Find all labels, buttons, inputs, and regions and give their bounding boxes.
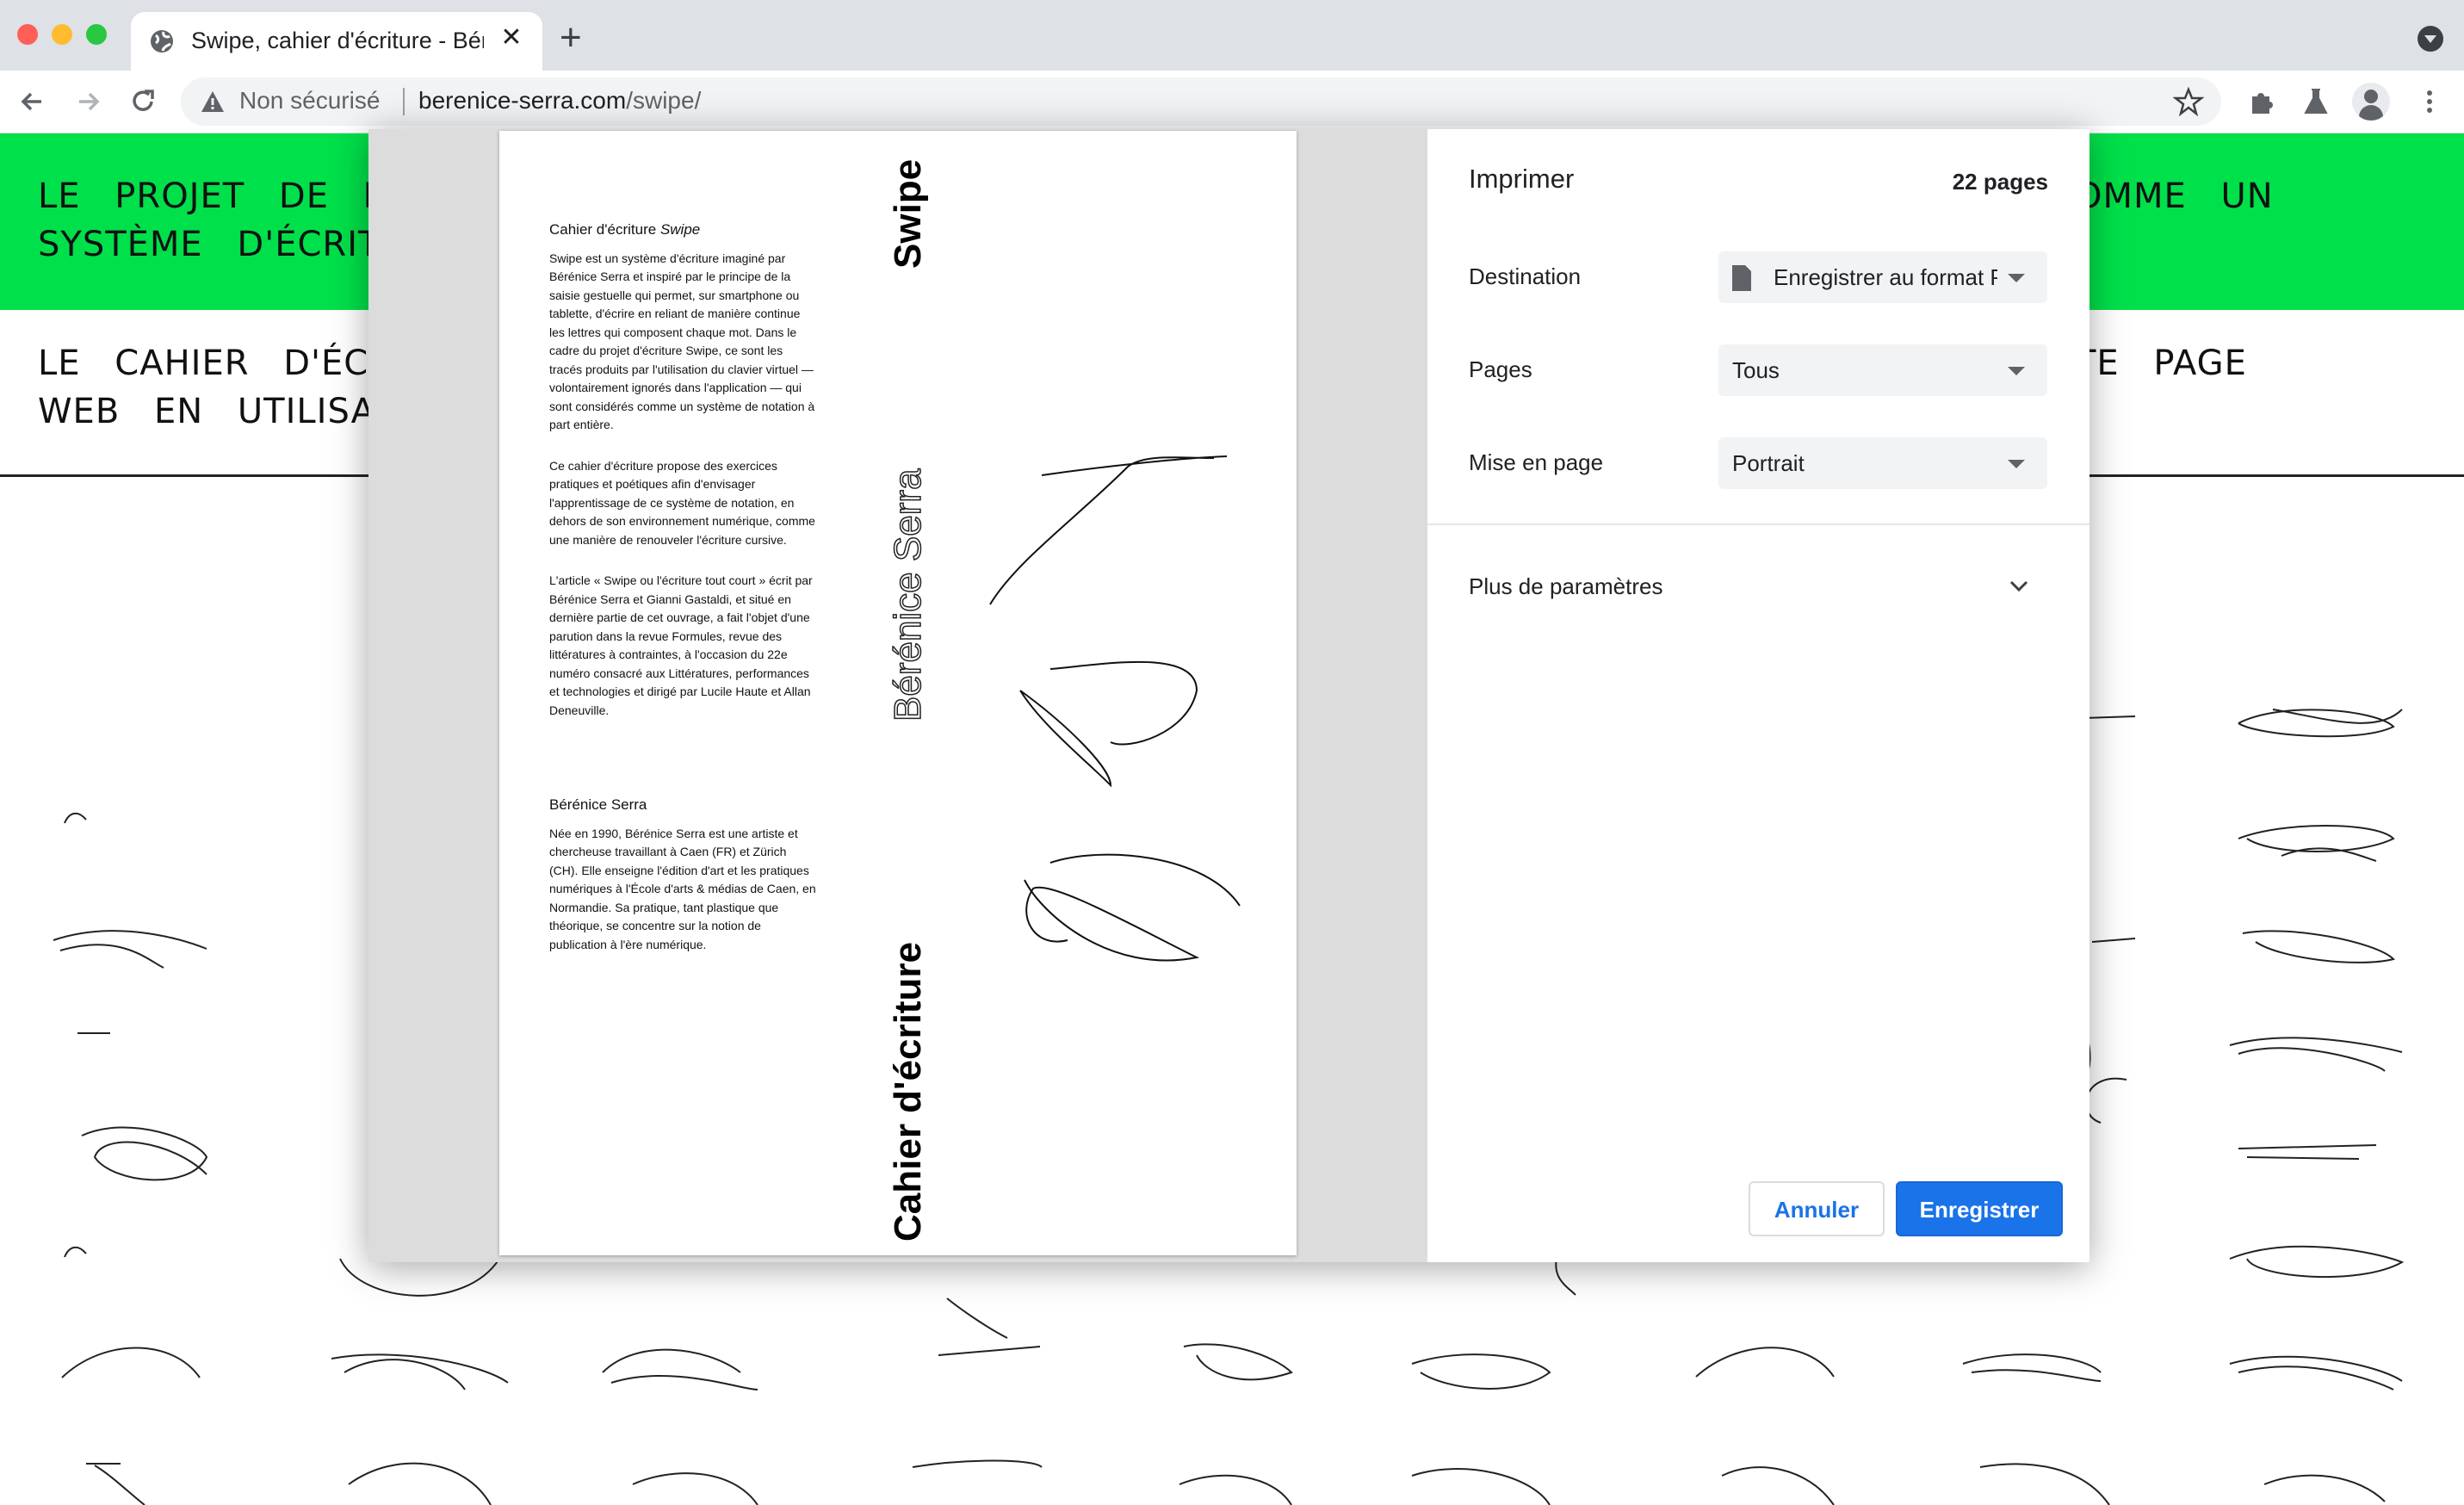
pages-select[interactable]: Tous: [1718, 344, 2047, 396]
subheader-text-line2: WEB EN UTILISANT: [38, 392, 424, 431]
warning-icon[interactable]: [200, 90, 226, 118]
subheader-text-right: TE PAGE: [2075, 344, 2247, 383]
save-button[interactable]: Enregistrer: [1896, 1181, 2063, 1236]
chevron-down-icon: [2008, 274, 2025, 282]
chevron-down-icon: [2008, 460, 2025, 468]
zoom-window-button[interactable]: [86, 24, 107, 45]
destination-label: Destination: [1469, 263, 1582, 289]
print-preview-area[interactable]: Cahier d'écriture Swipe Swipe est un sys…: [368, 129, 1427, 1262]
page-count: 22 pages: [1952, 169, 2048, 195]
address-bar[interactable]: Non sécurisé berenice-serra.com/swipe/: [181, 77, 2221, 126]
star-icon[interactable]: [2172, 86, 2205, 121]
print-dialog: Cahier d'écriture Swipe Swipe est un sys…: [368, 129, 2089, 1262]
minimize-window-button[interactable]: [52, 24, 72, 45]
cancel-button[interactable]: Annuler: [1749, 1181, 1885, 1236]
preview-paragraph-2: Ce cahier d'écriture propose des exercic…: [549, 458, 815, 547]
preview-bio-heading: Bérénice Serra: [549, 796, 647, 813]
tab-search-menu-icon[interactable]: [2418, 26, 2443, 52]
menu-icon[interactable]: [2412, 84, 2447, 119]
preview-page: Cahier d'écriture Swipe Swipe est un sys…: [499, 131, 1297, 1255]
print-title: Imprimer: [1469, 164, 1575, 194]
destination-select[interactable]: Enregistrer au format PDF: [1718, 251, 2047, 303]
tab-title: Swipe, cahier d'écriture - Bérénice Serr…: [191, 28, 484, 53]
preview-intro-heading: Cahier d'écriture Swipe: [549, 221, 701, 238]
divider: [403, 88, 405, 115]
tab-strip: Swipe, cahier d'écriture - Bérénice Serr…: [0, 0, 2464, 71]
preview-paragraph-3: L'article « Swipe ou l'écriture tout cou…: [549, 573, 813, 717]
preview-vertical-title: Swipe: [887, 158, 929, 269]
print-settings-panel: Imprimer 22 pages Destination Enregistre…: [1427, 129, 2089, 1262]
back-icon[interactable]: [15, 84, 50, 119]
preview-bio-column: Bérénice Serra Née en 1990, Bérénice Ser…: [549, 796, 816, 976]
browser-toolbar: Non sécurisé berenice-serra.com/swipe/: [0, 71, 2464, 133]
reload-icon[interactable]: [126, 84, 160, 119]
layout-select[interactable]: Portrait: [1718, 437, 2047, 489]
forward-icon[interactable]: [71, 84, 105, 119]
new-tab-plus-icon[interactable]: +: [560, 19, 582, 57]
preview-paragraph-1: Swipe est un système d'écriture imaginé …: [549, 251, 815, 432]
preview-intro-column: Cahier d'écriture Swipe Swipe est un sys…: [549, 220, 816, 742]
header-text-line1: LE PROJET DE RE: [38, 177, 411, 216]
settings-divider: [1427, 523, 2089, 525]
header-text-line2: SYSTÈME D'ÉCRITU: [38, 225, 406, 264]
globe-icon: [148, 28, 176, 59]
chevron-down-icon: [2008, 367, 2025, 375]
chevron-down-icon[interactable]: [2009, 577, 2029, 598]
preview-swipe-drawings: [989, 455, 1241, 962]
close-tab-icon[interactable]: ✕: [496, 22, 527, 53]
active-tab[interactable]: Swipe, cahier d'écriture - Bérénice Serr…: [131, 12, 542, 71]
url-text[interactable]: berenice-serra.com/swipe/: [418, 87, 701, 115]
extensions-puzzle-icon[interactable]: [2245, 84, 2280, 119]
flask-icon[interactable]: [2299, 84, 2333, 119]
preview-vertical-subtitle: Cahier d'écriture: [887, 942, 929, 1242]
layout-label: Mise en page: [1469, 449, 1604, 475]
avatar-icon[interactable]: [2352, 83, 2390, 121]
more-settings-toggle[interactable]: Plus de paramètres: [1469, 573, 1662, 600]
preview-bio: Née en 1990, Bérénice Serra est une arti…: [549, 826, 816, 951]
header-text-right: OMME UN: [2075, 177, 2274, 216]
preview-vertical-author: Bérénice Serra: [886, 468, 930, 722]
pages-label: Pages: [1469, 356, 1532, 382]
security-status[interactable]: Non sécurisé: [239, 87, 380, 115]
document-icon: [1730, 263, 1753, 299]
close-window-button[interactable]: [17, 24, 38, 45]
